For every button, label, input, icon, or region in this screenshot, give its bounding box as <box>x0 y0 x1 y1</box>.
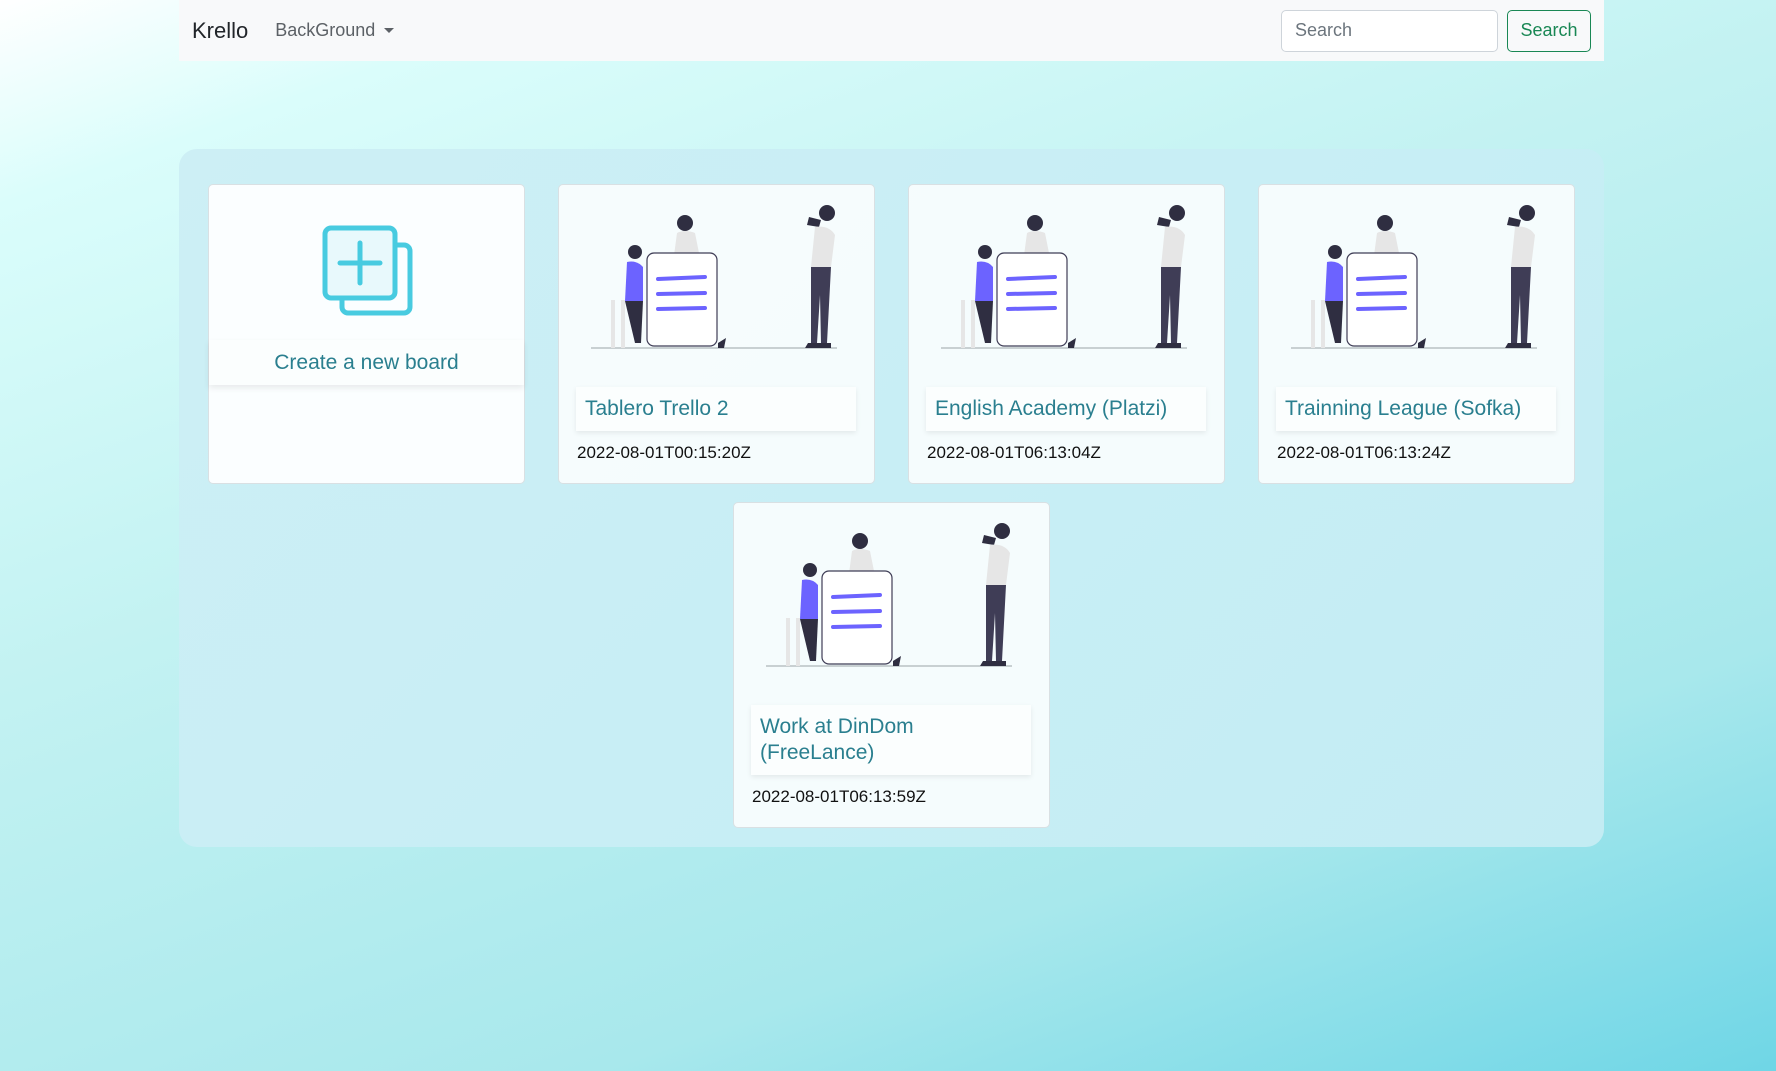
brand-logo[interactable]: Krello <box>192 18 248 44</box>
board-illustration <box>1291 205 1541 350</box>
board-illustration <box>941 205 1191 350</box>
board-title[interactable]: Work at DinDom (FreeLance) <box>751 705 1031 775</box>
board-date: 2022-08-01T00:15:20Z <box>577 443 751 462</box>
create-board-label: Create a new board <box>209 340 524 385</box>
navbar: Krello BackGround Search <box>179 0 1604 61</box>
board-card[interactable]: English Academy (Platzi) 2022-08-01T06:1… <box>908 184 1225 484</box>
board-card[interactable]: Trainning League (Sofka) 2022-08-01T06:1… <box>1258 184 1575 484</box>
board-date: 2022-08-01T06:13:59Z <box>752 787 926 806</box>
board-card[interactable]: Tablero Trello 2 2022-08-01T00:15:20Z <box>558 184 875 484</box>
board-area: Create a new board Tablero Trello 2 2022… <box>179 149 1604 847</box>
background-dropdown-label: BackGround <box>275 20 376 40</box>
board-title[interactable]: Tablero Trello 2 <box>576 387 856 431</box>
add-board-icon <box>322 225 414 317</box>
board-title[interactable]: English Academy (Platzi) <box>926 387 1206 431</box>
caret-down-icon <box>384 28 395 33</box>
board-date: 2022-08-01T06:13:24Z <box>1277 443 1451 462</box>
background-dropdown[interactable]: BackGround <box>275 20 395 41</box>
board-date: 2022-08-01T06:13:04Z <box>927 443 1101 462</box>
search-input[interactable] <box>1281 9 1498 52</box>
search-button[interactable]: Search <box>1507 9 1591 52</box>
create-board-card[interactable]: Create a new board <box>208 184 525 484</box>
board-title[interactable]: Trainning League (Sofka) <box>1276 387 1556 431</box>
board-illustration <box>766 523 1016 668</box>
board-illustration <box>591 205 841 350</box>
board-card[interactable]: Work at DinDom (FreeLance) 2022-08-01T06… <box>733 502 1050 828</box>
